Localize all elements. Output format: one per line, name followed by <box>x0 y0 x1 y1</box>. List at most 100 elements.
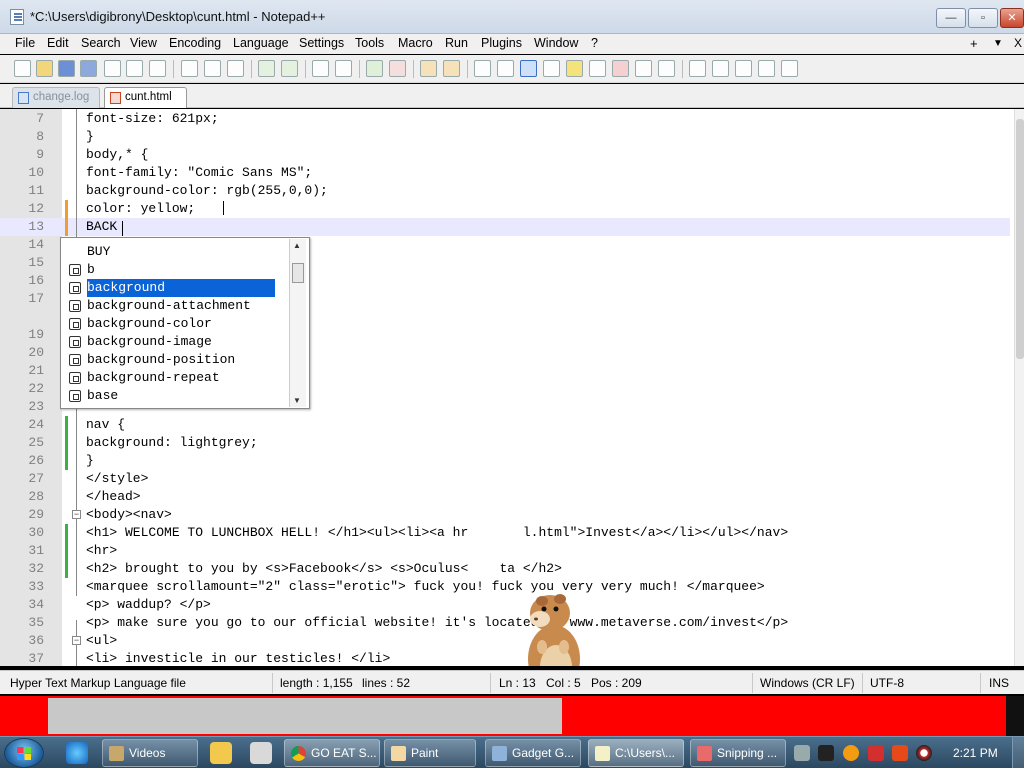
monitoring-icon[interactable] <box>658 60 675 77</box>
internet-explorer-icon[interactable] <box>66 742 88 764</box>
autocomplete-item[interactable]: base <box>63 387 289 405</box>
taskbar-clock[interactable]: 2:21 PM <box>953 746 998 760</box>
autocomplete-item[interactable]: BUY <box>63 243 289 261</box>
run-macro-multiple-icon[interactable] <box>758 60 775 77</box>
menu-settings[interactable]: Settings <box>299 36 344 50</box>
menu-file[interactable]: File <box>15 36 35 50</box>
taskbar-item-gadget[interactable]: Gadget G... <box>485 739 581 767</box>
tray-tools-icon[interactable] <box>818 745 834 761</box>
save-icon[interactable] <box>58 60 75 77</box>
keyword-cube-icon <box>69 264 81 276</box>
taskbar-item-notepad[interactable]: C:\Users\... <box>588 739 684 767</box>
autocomplete-item[interactable]: background-color <box>63 315 289 333</box>
taskbar-item-paint[interactable]: Paint <box>384 739 476 767</box>
maximize-button[interactable]: ▫ <box>968 8 998 28</box>
menu-macro[interactable]: Macro <box>398 36 433 50</box>
redo-icon[interactable] <box>281 60 298 77</box>
code-editor[interactable]: 7 font-size: 621px; 8} 9 body,* { 10 font-f… <box>0 109 1024 666</box>
close-button[interactable]: ✕ <box>1000 8 1024 28</box>
open-file-icon[interactable] <box>36 60 53 77</box>
autocomplete-item[interactable]: b <box>63 261 289 279</box>
udl-icon[interactable] <box>543 60 560 77</box>
fold-toggle-icon[interactable]: − <box>72 510 81 519</box>
zoom-out-icon[interactable] <box>389 60 406 77</box>
menu-language[interactable]: Language <box>233 36 289 50</box>
status-separator <box>490 673 491 693</box>
taskbar-item-chrome[interactable]: GO EAT S... <box>284 739 380 767</box>
record-macro-icon[interactable] <box>689 60 706 77</box>
scroll-down-icon[interactable]: ▼ <box>293 396 301 405</box>
minimize-button[interactable]: — <box>936 8 966 28</box>
tray-search-icon[interactable] <box>843 745 859 761</box>
vertical-scrollbar[interactable] <box>1014 109 1024 666</box>
autocomplete-item[interactable]: background-position <box>63 351 289 369</box>
find-icon[interactable] <box>312 60 329 77</box>
tray-app-icon[interactable] <box>892 745 908 761</box>
zoom-in-icon[interactable] <box>366 60 383 77</box>
function-list-icon[interactable] <box>612 60 629 77</box>
play-macro-icon[interactable] <box>735 60 752 77</box>
autocomplete-item[interactable]: background-attachment <box>63 297 289 315</box>
autocomplete-item[interactable]: background-repeat <box>63 369 289 387</box>
menu-view[interactable]: View <box>130 36 157 50</box>
document-modified-icon <box>110 92 121 104</box>
xml-icon[interactable] <box>566 60 583 77</box>
menu-tools[interactable]: Tools <box>355 36 384 50</box>
background-browser-window <box>0 696 1024 736</box>
menu-run[interactable]: Run <box>445 36 468 50</box>
tab-list-down-icon[interactable]: ▼ <box>993 38 1003 49</box>
menu-edit[interactable]: Edit <box>47 36 69 50</box>
undo-icon[interactable] <box>258 60 275 77</box>
scroll-up-icon[interactable]: ▲ <box>293 241 301 250</box>
close-doc-icon[interactable]: X <box>1014 36 1022 50</box>
new-file-icon[interactable] <box>14 60 31 77</box>
cut-icon[interactable] <box>181 60 198 77</box>
status-separator <box>980 673 981 693</box>
folder-workspace-icon[interactable] <box>635 60 652 77</box>
print-icon[interactable] <box>149 60 166 77</box>
autocomplete-item-selected[interactable]: background <box>63 279 289 297</box>
tray-flag-icon[interactable] <box>868 745 884 761</box>
stop-macro-icon[interactable] <box>712 60 729 77</box>
show-all-chars-icon[interactable] <box>497 60 514 77</box>
tray-settings-icon[interactable] <box>794 745 810 761</box>
code-line: 26} <box>28 453 94 468</box>
autocomplete-scrollbar[interactable]: ▲ ▼ <box>289 239 306 407</box>
sync-horizontal-icon[interactable] <box>443 60 460 77</box>
window-title: *C:\Users\digibrony\Desktop\cunt.html - … <box>30 9 326 24</box>
scrollbar-thumb[interactable] <box>292 263 304 283</box>
toolbar-separator <box>413 60 414 78</box>
word-wrap-icon[interactable] <box>474 60 491 77</box>
autocomplete-item[interactable]: background-image <box>63 333 289 351</box>
scrollbar-thumb[interactable] <box>1016 119 1024 359</box>
media-player-icon[interactable] <box>210 742 232 764</box>
close-all-icon[interactable] <box>126 60 143 77</box>
menu-window[interactable]: Window <box>534 36 578 50</box>
menu-encoding[interactable]: Encoding <box>169 36 221 50</box>
save-macro-icon[interactable] <box>781 60 798 77</box>
new-tab-plus-icon[interactable]: + <box>970 36 978 51</box>
menu-search[interactable]: Search <box>81 36 121 50</box>
indent-guide-icon[interactable] <box>520 60 537 77</box>
start-button[interactable] <box>4 738 44 768</box>
code-line: 11 background-color: rgb(255,0,0); <box>28 183 328 198</box>
sync-vertical-icon[interactable] <box>420 60 437 77</box>
fold-toggle-icon[interactable]: − <box>72 636 81 645</box>
save-all-icon[interactable] <box>80 60 97 77</box>
menu-plugins[interactable]: Plugins <box>481 36 522 50</box>
show-desktop-button[interactable] <box>1012 737 1024 768</box>
paste-icon[interactable] <box>227 60 244 77</box>
close-file-icon[interactable] <box>104 60 121 77</box>
calculator-icon[interactable] <box>250 742 272 764</box>
tab-cunt-html[interactable]: cunt.html ✕ <box>104 87 187 122</box>
code-line: 10 font-family: "Comic Sans MS"; <box>28 165 313 180</box>
status-lines: lines : 52 <box>362 676 411 690</box>
copy-icon[interactable] <box>204 60 221 77</box>
taskbar-item-snipping[interactable]: Snipping ... <box>690 739 786 767</box>
document-map-icon[interactable] <box>589 60 606 77</box>
tab-change-log[interactable]: change.log ✕ <box>12 87 100 122</box>
tray-record-icon[interactable] <box>916 745 932 761</box>
menu-help[interactable]: ? <box>591 36 598 50</box>
replace-icon[interactable] <box>335 60 352 77</box>
taskbar-item-videos[interactable]: Videos <box>102 739 198 767</box>
